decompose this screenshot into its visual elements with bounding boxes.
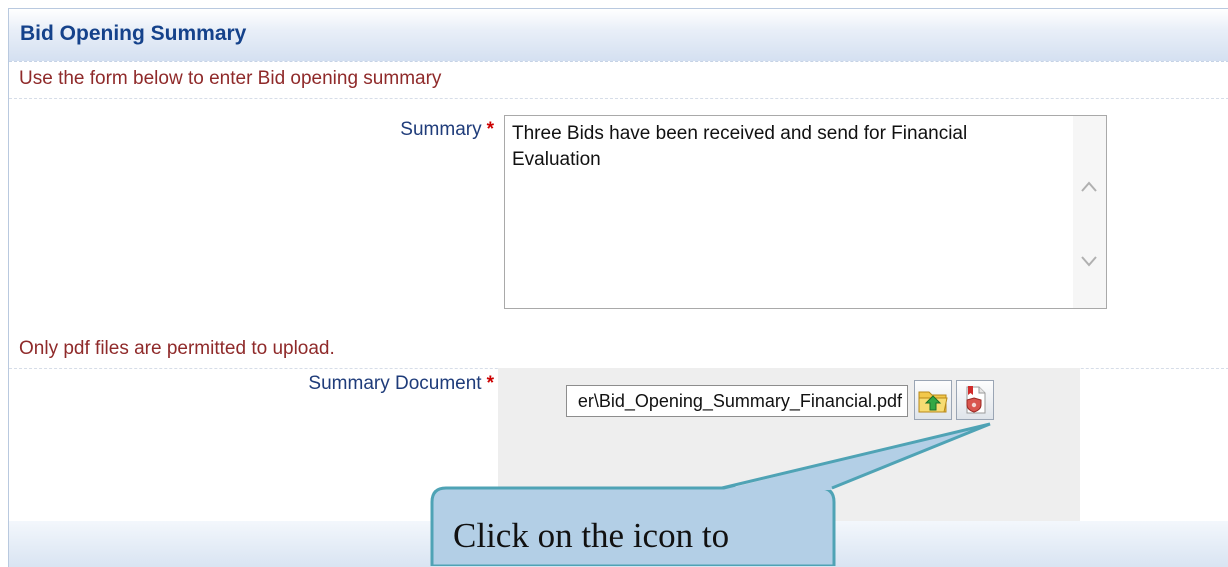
callout-bubble: [430, 422, 991, 566]
callout-text: Click on the icon to: [453, 516, 730, 555]
